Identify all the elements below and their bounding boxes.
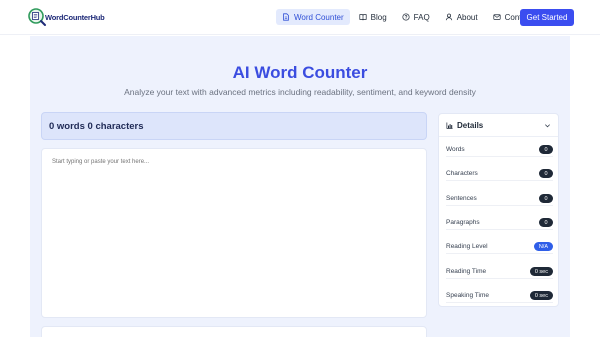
details-panel: Details Words 0 Characters 0 Sentences 0… — [438, 113, 559, 307]
nav-label: About — [456, 12, 478, 22]
detail-value-badge: 0 — [539, 145, 553, 154]
detail-value-badge: 0 sec — [529, 291, 553, 300]
magnifier-logo-icon — [27, 7, 47, 27]
nav-faq[interactable]: FAQ — [396, 9, 436, 25]
detail-value-badge: 0 — [539, 194, 553, 203]
detail-row-sentences: Sentences 0 — [446, 192, 553, 206]
nav-label: Word Counter — [294, 12, 344, 22]
get-started-button[interactable]: Get Started — [520, 9, 574, 26]
word-count-summary: 0 words 0 characters — [41, 112, 427, 140]
detail-label: Reading Time — [446, 268, 487, 275]
details-header[interactable]: Details — [439, 114, 558, 137]
nav-label: Blog — [370, 12, 387, 22]
detail-value-badge: 0 — [539, 169, 553, 178]
detail-value-badge: 0 — [539, 218, 553, 227]
detail-label: Characters — [446, 170, 478, 177]
detail-row-speaking-time: Speaking Time 0 sec — [446, 289, 553, 303]
text-input[interactable] — [41, 148, 427, 318]
document-icon — [283, 13, 289, 21]
mail-icon — [493, 14, 501, 20]
word-count-text: 0 words 0 characters — [49, 120, 144, 132]
main-nav: Word Counter Blog FAQ About Contact — [276, 9, 541, 25]
analysis-card — [41, 326, 427, 337]
page-subtitle: Analyze your text with advanced metrics … — [124, 87, 476, 97]
detail-value-badge: 0 sec — [529, 267, 553, 276]
details-title: Details — [457, 120, 484, 130]
detail-row-reading-level: Reading Level N/A — [446, 240, 553, 254]
logo-text: WordCounterHub — [45, 12, 105, 22]
detail-label: Sentences — [446, 195, 477, 202]
page-title: AI Word Counter — [232, 63, 368, 82]
detail-label: Speaking Time — [446, 292, 489, 299]
detail-row-reading-time: Reading Time 0 sec — [446, 265, 553, 279]
top-navbar: WordCounterHub Word Counter Blog FAQ Abo… — [0, 0, 600, 35]
user-icon — [445, 13, 452, 21]
detail-label: Reading Level — [446, 243, 488, 250]
detail-label: Words — [446, 146, 465, 153]
detail-label: Paragraphs — [446, 219, 480, 226]
detail-row-characters: Characters 0 — [446, 167, 553, 181]
book-icon — [359, 14, 367, 21]
detail-row-words: Words 0 — [446, 143, 553, 157]
nav-label: FAQ — [413, 12, 430, 22]
nav-blog[interactable]: Blog — [353, 9, 393, 25]
chevron-down-icon[interactable] — [544, 122, 551, 129]
logo[interactable]: WordCounterHub — [27, 6, 105, 28]
detail-value-badge: N/A — [533, 242, 553, 251]
bar-chart-icon — [446, 121, 453, 129]
detail-row-paragraphs: Paragraphs 0 — [446, 216, 553, 230]
question-icon — [402, 13, 410, 21]
nav-about[interactable]: About — [439, 9, 484, 25]
nav-word-counter[interactable]: Word Counter — [276, 9, 350, 25]
main-section: AI Word Counter Analyze your text with a… — [30, 36, 570, 337]
